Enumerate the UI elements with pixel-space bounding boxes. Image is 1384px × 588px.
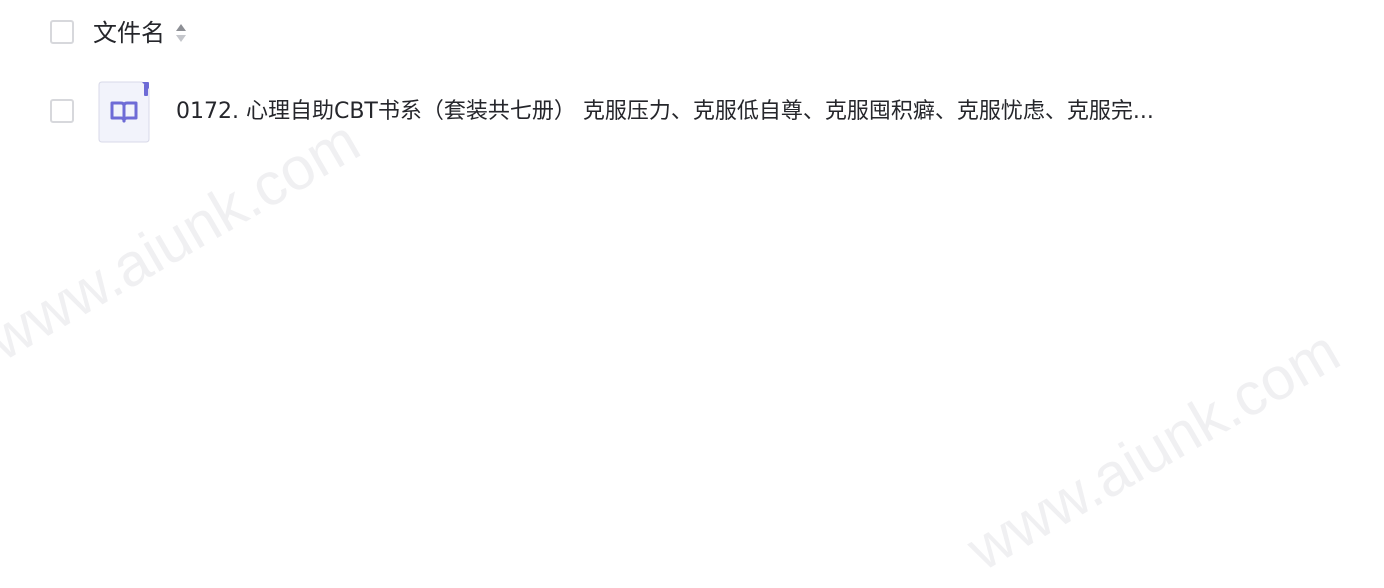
file-list-page: www.aiunk.com www.aiunk.com 文件名 0172. 心理… [0,0,1384,588]
ebook-icon[interactable] [98,81,150,143]
watermark-text: www.aiunk.com [956,316,1351,584]
sort-updown-icon[interactable] [175,22,187,44]
watermark-text: www.aiunk.com [0,106,371,374]
table-row[interactable]: 0172. 心理自助CBT书系（套装共七册） 克服压力、克服低自尊、克服囤积癖、… [0,78,1384,146]
row-checkbox[interactable] [50,99,74,123]
file-name-link[interactable]: 0172. 心理自助CBT书系（套装共七册） 克服压力、克服低自尊、克服囤积癖、… [176,96,1246,128]
column-title: 文件名 [93,19,165,47]
filename-column-header[interactable]: 文件名 [93,17,187,49]
select-all-checkbox[interactable] [50,20,74,44]
list-header-row: 文件名 [0,0,1384,66]
